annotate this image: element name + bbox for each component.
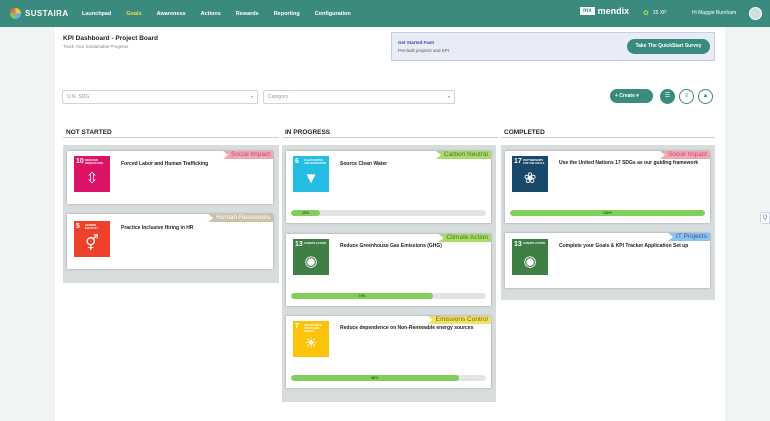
get-started-title: Get Started Fast! (398, 40, 435, 45)
brand-name: SUSTAIRA (25, 9, 69, 18)
column-divider (282, 137, 498, 138)
kpi-card[interactable]: Human Resources 5 GENDER EQUALITY ⚥ Prac… (67, 214, 273, 269)
list-view-button[interactable]: ≡ (679, 89, 694, 104)
nav-launchpad[interactable]: Launchpad (82, 11, 111, 17)
gender-equality-icon: ⚥ (85, 235, 99, 252)
kpi-card[interactable]: Emissions Control 7 AFFORDABLE AND CLEAN… (286, 316, 491, 388)
kpi-card[interactable]: Social Impact 10 REDUCED INEQUALITIES ⇳ … (67, 151, 273, 204)
sdg-7-badge: 7 AFFORDABLE AND CLEAN ENERGY ☀ (293, 321, 329, 357)
chart-icon: ▲ (702, 93, 709, 99)
quickstart-survey-button[interactable]: Take The QuickStart Survey (627, 39, 710, 54)
progress-bar: 15% (291, 210, 486, 216)
main-nav: Launchpad Goals Awareness Actions Reward… (82, 11, 366, 17)
mendix-word: mendix (597, 6, 630, 16)
category-tag: Social Impact (222, 151, 273, 159)
kpi-card[interactable]: Climate Action 13 CLIMATE ACTION ◉ Reduc… (286, 234, 491, 306)
kpi-card[interactable]: IT Projects 13 CLIMATE ACTION ◉ Complete… (505, 233, 710, 288)
user-greeting: Hi Maggie Burnham (692, 10, 737, 16)
progress-fill: 15% (291, 210, 321, 216)
card-title: Complete your Goals & KPI Tracker Applic… (559, 243, 689, 249)
progress-fill: 73% (291, 293, 434, 299)
list-icon: ☰ (664, 93, 671, 99)
nav-reporting[interactable]: Reporting (274, 11, 300, 17)
category-tag: Carbon Neutral (435, 151, 491, 159)
nav-configuration[interactable]: Configuration (315, 11, 351, 17)
xp-counter: ✿ 25 XP (643, 9, 667, 17)
progress-bar: 86% (291, 375, 486, 381)
column-title-in-progress: IN PROGRESS (285, 129, 331, 136)
sdg-5-badge: 5 GENDER EQUALITY ⚥ (74, 221, 110, 257)
category-tag: Human Resources (208, 214, 273, 222)
category-tag: Social Impact (659, 151, 710, 159)
sdg-filter-select[interactable]: U.N. SDG ▾ (62, 90, 258, 104)
progress-bar: 73% (291, 293, 486, 299)
progress-fill: 86% (291, 375, 459, 381)
column-title-completed: COMPLETED (504, 129, 545, 136)
kpi-card[interactable]: Social Impact 17 PARTNERSHIPS FOR THE GO… (505, 151, 710, 223)
column-divider (63, 137, 279, 138)
nav-actions[interactable]: Actions (201, 11, 221, 17)
chevron-down-icon: ▾ (250, 94, 253, 99)
column-divider (501, 137, 715, 138)
xp-value: 25 XP (652, 10, 667, 16)
card-title: Use the United Nations 17 SDGs as our gu… (559, 160, 699, 166)
eye-earth-icon: ◉ (523, 253, 537, 270)
category-filter-select[interactable]: Category ▾ (263, 90, 455, 104)
column-title-not-started: NOT STARTED (66, 129, 112, 136)
card-title: Forced Labor and Human Trafficking (121, 161, 209, 167)
water-drop-icon: ▼ (303, 170, 319, 187)
card-title: Reduce dependence on Non-Renewable energ… (340, 325, 474, 331)
leaf-icon: ✿ (643, 10, 649, 17)
category-filter-value: Category (268, 94, 289, 100)
progress-fill: 100% (510, 210, 705, 216)
get-started-banner: Get Started Fast! Pre-built projects and… (391, 32, 715, 61)
equality-icon: ⇳ (85, 170, 99, 187)
sdg-13-badge: 13 CLIMATE ACTION ◉ (512, 239, 548, 275)
card-title: Reduce Greenhouse Gas Emissions (GHG) (340, 243, 442, 249)
board-view-button[interactable]: ☰ (660, 89, 675, 104)
sdg-10-badge: 10 REDUCED INEQUALITIES ⇳ (74, 156, 110, 192)
progress-bar: 100% (510, 210, 705, 216)
menu-icon: ≡ (684, 93, 689, 99)
get-started-subtitle: Pre-built projects and KPI (398, 48, 450, 53)
card-title: Source Clean Water (340, 161, 388, 167)
sustaira-logo-icon (10, 8, 21, 19)
category-tag: Emissions Control (427, 316, 491, 324)
top-nav-bar: SUSTAIRA Launchpad Goals Awareness Actio… (0, 0, 770, 27)
side-panel-tab[interactable]: Q (760, 212, 770, 224)
mendix-mx-mark: mx (580, 7, 595, 15)
chart-view-button[interactable]: ▲ (698, 89, 713, 104)
mendix-logo: mx mendix (580, 6, 629, 16)
nav-rewards[interactable]: Rewards (236, 11, 259, 17)
sdg-6-badge: 6 CLEAN WATER AND SANITATION ▼ (293, 156, 329, 192)
eye-earth-icon: ◉ (304, 253, 318, 270)
sdg-17-badge: 17 PARTNERSHIPS FOR THE GOALS ❀ (512, 156, 548, 192)
category-tag: Climate Action (438, 234, 491, 242)
page-subtitle: Track Your Sustainable Progress (63, 44, 129, 49)
nav-goals[interactable]: Goals (126, 11, 141, 17)
partnership-flower-icon: ❀ (523, 170, 537, 187)
nav-awareness[interactable]: Awareness (157, 11, 186, 17)
sdg-filter-value: U.N. SDG (67, 94, 90, 100)
kpi-card[interactable]: Carbon Neutral 6 CLEAN WATER AND SANITAT… (286, 151, 491, 223)
page-title: KPI Dashboard - Project Board (63, 35, 158, 42)
create-button[interactable]: + Create ▾ (610, 89, 653, 103)
avatar[interactable] (749, 7, 762, 20)
chevron-down-icon: ▾ (447, 94, 450, 99)
sun-icon: ☀ (304, 335, 318, 352)
category-tag: IT Projects (668, 233, 710, 241)
sdg-13-badge: 13 CLIMATE ACTION ◉ (293, 239, 329, 275)
brand-logo[interactable]: SUSTAIRA (10, 8, 80, 19)
card-title: Practice Inclusive Hiring in HR (121, 225, 194, 231)
